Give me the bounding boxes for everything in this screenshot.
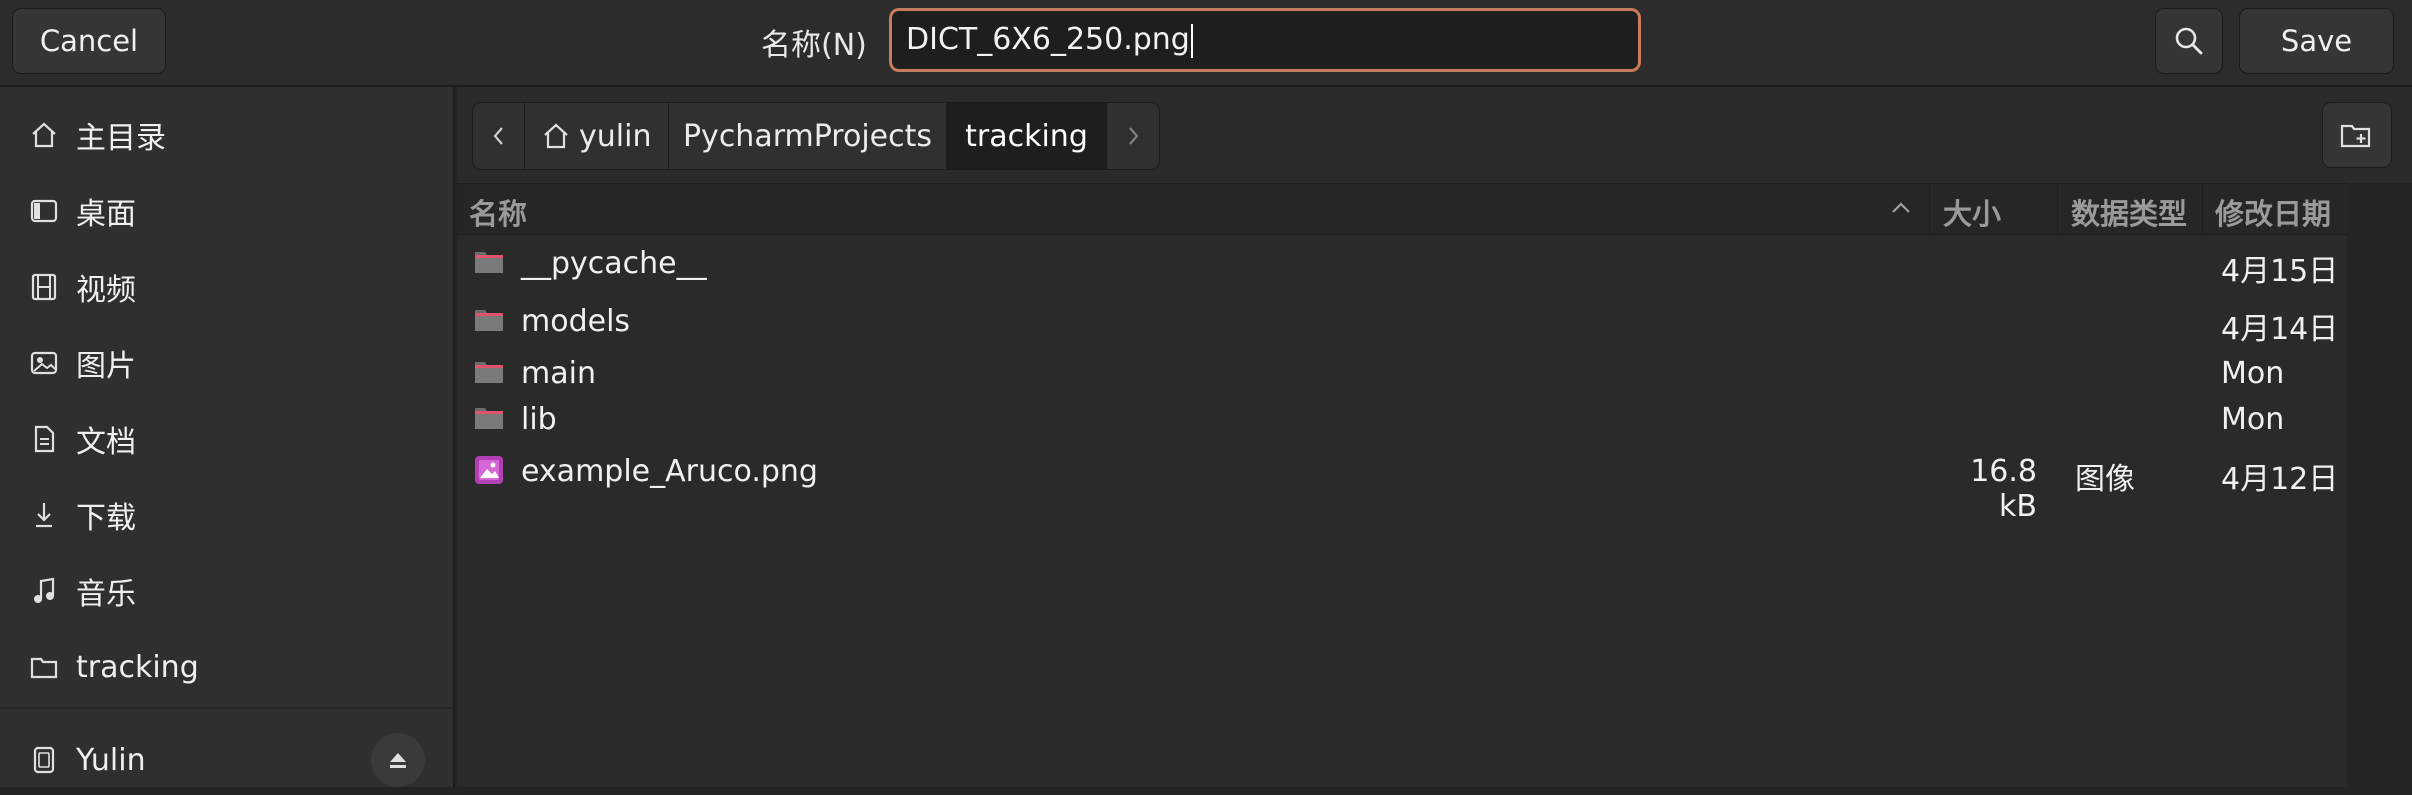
file-row-models[interactable]: models 4月14日 [457,296,2347,348]
breadcrumb-item-home[interactable]: yulin [525,103,669,169]
sidebar-item-downloads[interactable]: 下载 [0,480,453,550]
sidebar: 主目录 桌面 视频 图片 文档 下载 音乐 tracking Yulin [0,87,455,787]
sidebar-item-label: 视频 [76,273,136,308]
document-icon [28,423,60,455]
filename-label: 名称(N) [761,28,867,63]
text-caret [1190,23,1193,58]
file-type: 图像 [2075,462,2135,497]
path-back-button[interactable] [473,103,525,169]
file-name: example_Aruco.png [521,454,818,489]
file-row-pycache[interactable]: __pycache__ 4月15日 [457,238,2347,290]
drive-icon [28,744,60,776]
list-edge [2347,183,2412,787]
sidebar-item-label: 音乐 [76,577,136,612]
folder-icon [475,252,503,273]
column-header-sep [2202,184,2203,234]
eject-icon [390,753,406,768]
filename-value: DICT_6X6_250.png [906,22,1190,57]
filename-input[interactable]: DICT_6X6_250.png [889,8,1641,72]
file-row-lib[interactable]: lib Mon [457,394,2347,446]
sort-ascending-icon[interactable] [1889,198,1913,218]
sidebar-item-desktop[interactable]: 桌面 [0,176,453,246]
download-icon [28,499,60,531]
home-icon [544,123,568,149]
folder-icon [28,651,60,683]
sidebar-item-label: tracking [76,649,199,685]
column-separator [2057,184,2058,234]
eject-button[interactable] [371,733,425,787]
folder-icon [475,362,503,383]
column-header-modified[interactable]: 修改日期 [2215,191,2331,233]
file-modified: 4月12日 [2221,462,2339,497]
sidebar-item-label: 图片 [76,349,136,384]
breadcrumb: yulin PycharmProjects tracking [472,102,1160,170]
file-name: models [521,304,631,339]
sidebar-item-pictures[interactable]: 图片 [0,328,453,398]
sidebar-item-music[interactable]: 音乐 [0,556,453,626]
sidebar-item-label: 文档 [76,425,136,460]
picture-icon [28,347,60,379]
desktop-icon [28,195,60,227]
column-header-name[interactable]: 名称 [469,191,527,233]
column-header-size[interactable]: 大小 [1943,191,2001,233]
image-file-icon [475,456,503,484]
column-header-row: 名称 大小 数据类型 修改日期 [457,183,2347,235]
breadcrumb-item-pycharmprojects[interactable]: PycharmProjects [669,103,947,169]
column-separator [1929,184,1930,234]
chevron-left-icon [493,127,503,145]
music-icon [28,575,60,607]
breadcrumb-label: tracking [965,118,1088,154]
search-button[interactable] [2155,8,2223,74]
file-row-example-aruco[interactable]: example_Aruco.png 16.8 kB 图像 4月12日 [457,446,2347,524]
file-modified: 4月14日 [2221,312,2339,347]
sidebar-item-label: Yulin [76,742,146,778]
file-name: __pycache__ [521,246,707,281]
home-icon [28,119,60,151]
sidebar-item-videos[interactable]: 视频 [0,252,453,322]
file-name: lib [521,402,557,437]
file-modified: Mon [2221,356,2285,391]
new-folder-icon [2340,124,2371,148]
folder-icon [475,310,503,331]
sidebar-item-label: 主目录 [76,121,166,156]
file-modified: 4月15日 [2221,254,2339,289]
cancel-button[interactable]: Cancel [12,8,166,74]
breadcrumb-label: yulin [579,118,652,154]
save-button[interactable]: Save [2239,8,2394,74]
film-icon [28,271,60,303]
search-icon [2175,27,2203,55]
sidebar-item-tracking[interactable]: tracking [0,632,453,702]
breadcrumb-label: PycharmProjects [682,118,933,154]
folder-icon [475,408,503,429]
sidebar-separator [0,707,453,709]
sidebar-item-home[interactable]: 主目录 [0,100,453,170]
new-folder-button[interactable] [2322,102,2392,168]
file-row-main[interactable]: main Mon [457,348,2347,400]
chevron-right-icon [1129,127,1139,145]
column-header-type[interactable]: 数据类型 [2071,191,2187,233]
sidebar-item-documents[interactable]: 文档 [0,404,453,474]
sidebar-item-label: 桌面 [76,197,136,232]
sidebar-item-label: 下载 [76,501,136,536]
path-forward-button[interactable] [1107,103,1159,169]
breadcrumb-item-tracking[interactable]: tracking [947,103,1107,169]
file-size: 16.8 kB [1970,454,2037,524]
file-name: main [521,356,596,391]
file-modified: Mon [2221,402,2285,437]
